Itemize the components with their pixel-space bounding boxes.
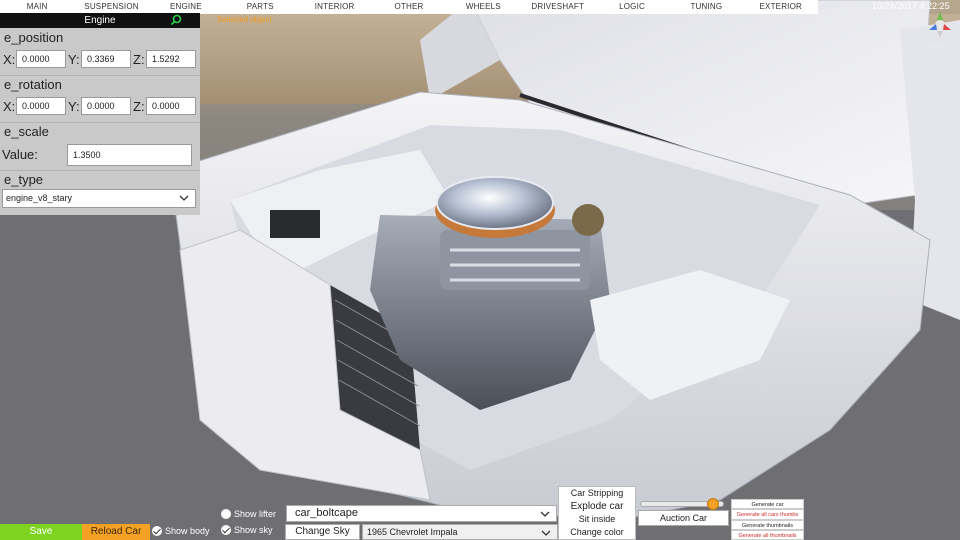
tab-main[interactable]: MAIN	[0, 0, 74, 14]
rotation-label: e_rotation	[4, 77, 62, 92]
save-button[interactable]: Save	[0, 524, 82, 540]
change-sky-button[interactable]: Change Sky	[285, 524, 360, 540]
show-body-checkbox[interactable]: Show body	[152, 526, 210, 536]
reload-car-button[interactable]: Reload Car	[82, 524, 150, 540]
perspective-label: Persp	[927, 44, 943, 50]
divider	[0, 170, 200, 171]
type-label: e_type	[4, 172, 44, 187]
slider-handle[interactable]	[707, 498, 719, 510]
checkbox-mark	[152, 526, 162, 536]
value-slider[interactable]	[640, 498, 724, 510]
tab-tuning[interactable]: TUNING	[669, 0, 743, 14]
tab-parts[interactable]: PARTS	[223, 0, 297, 14]
position-y-field[interactable]: 0.3369	[81, 50, 131, 68]
car-stripping-button[interactable]: Car Stripping	[559, 487, 635, 500]
show-lifter-checkbox[interactable]: Show lifter	[221, 509, 276, 519]
car-select-dropdown[interactable]: car_boltcape	[286, 505, 557, 522]
car-model-dropdown[interactable]: 1965 Chevrolet Impala	[362, 524, 558, 540]
checkbox-mark	[221, 509, 231, 519]
position-x-field[interactable]: 0.0000	[16, 50, 66, 68]
auction-car-button[interactable]: Auction Car	[638, 510, 729, 526]
engine-type-select[interactable]: engine_v8_stary	[2, 189, 196, 208]
top-menu-bar: MAIN SUSPENSION ENGINE PARTS INTERIOR OT…	[0, 0, 960, 14]
chevron-down-icon	[179, 195, 189, 201]
engine-type-value: engine_v8_stary	[6, 193, 73, 203]
generate-actions: Generate car Generate all cars thumbs Ge…	[731, 499, 804, 540]
tab-engine[interactable]: ENGINE	[149, 0, 223, 14]
chevron-down-icon	[540, 511, 550, 517]
sit-inside-button[interactable]: Sit inside	[559, 513, 635, 526]
show-sky-checkbox[interactable]: Show sky	[221, 525, 273, 535]
position-label: e_position	[4, 30, 64, 45]
properties-panel: Engine e_position X: 0.0000 Y: 0.3369 Z:…	[0, 13, 200, 215]
generate-all-cars-thumbs-button[interactable]: Generate all cars thumbs	[731, 509, 804, 520]
show-lifter-label: Show lifter	[234, 509, 277, 519]
rotation-x-label: X:	[3, 99, 16, 114]
tab-logic[interactable]: LOGIC	[595, 0, 669, 14]
position-x-label: X:	[3, 52, 16, 67]
scale-value-label: Value:	[2, 147, 38, 162]
divider	[0, 122, 200, 123]
change-color-button[interactable]: Change color	[559, 526, 635, 539]
show-sky-label: Show sky	[234, 525, 273, 535]
explode-car-button[interactable]: Explode car	[559, 500, 635, 513]
position-z-label: Z:	[133, 52, 145, 67]
rotation-y-label: Y:	[68, 99, 80, 114]
rotation-z-field[interactable]: 0.0000	[146, 97, 196, 115]
selected-object-label: Selected object	[217, 15, 272, 24]
panel-header: Engine	[0, 13, 200, 28]
rotation-z-label: Z:	[133, 99, 145, 114]
tab-other[interactable]: OTHER	[372, 0, 446, 14]
car-select-value: car_boltcape	[295, 507, 358, 519]
generate-all-thumbnails-button[interactable]: Generate all thumbnails	[731, 529, 804, 540]
orientation-gizmo-icon[interactable]	[925, 8, 955, 44]
chevron-down-icon	[541, 530, 551, 536]
generate-thumbnails-button[interactable]: Generate thumbnails	[731, 519, 804, 530]
rotation-x-field[interactable]: 0.0000	[16, 97, 66, 115]
tab-interior[interactable]: INTERIOR	[297, 0, 371, 14]
generate-car-button[interactable]: Generate car	[731, 499, 804, 510]
tab-wheels[interactable]: WHEELS	[446, 0, 520, 14]
checkbox-mark	[221, 525, 231, 535]
scale-value-field[interactable]: 1.3500	[67, 144, 192, 166]
car-actions: Car Stripping Explode car Sit inside Cha…	[558, 486, 636, 540]
search-icon[interactable]	[170, 14, 182, 26]
show-body-label: Show body	[165, 526, 210, 536]
menu-tabs: MAIN SUSPENSION ENGINE PARTS INTERIOR OT…	[0, 0, 818, 14]
tab-suspension[interactable]: SUSPENSION	[74, 0, 148, 14]
tab-driveshaft[interactable]: DRIVESHAFT	[521, 0, 595, 14]
rotation-y-field[interactable]: 0.0000	[81, 97, 131, 115]
position-y-label: Y:	[68, 52, 80, 67]
scale-label: e_scale	[4, 124, 49, 139]
divider	[0, 75, 200, 76]
position-z-field[interactable]: 1.5292	[146, 50, 196, 68]
car-model-value: 1965 Chevrolet Impala	[367, 527, 458, 537]
tab-exterior[interactable]: EXTERIOR	[744, 0, 818, 14]
